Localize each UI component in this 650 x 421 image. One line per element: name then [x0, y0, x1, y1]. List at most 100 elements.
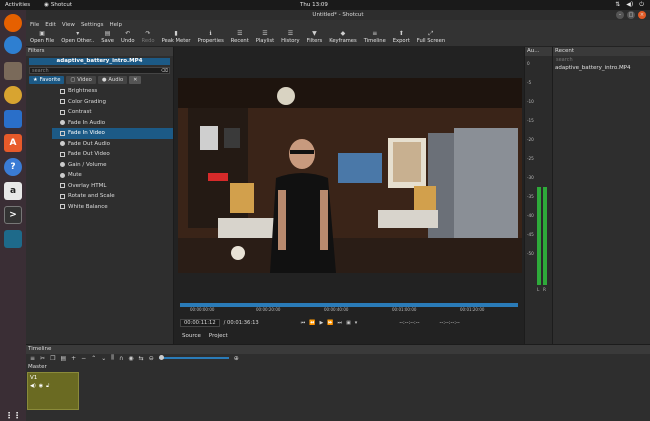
zoom-knob[interactable]: [158, 355, 164, 360]
show-apps-icon[interactable]: ⋮⋮: [4, 408, 22, 421]
hide-track-icon[interactable]: ◉: [39, 383, 43, 389]
app-menu[interactable]: ◉ Shotcut: [44, 2, 72, 8]
thunderbird-icon[interactable]: [4, 36, 22, 54]
skip-start-button[interactable]: ⏮: [301, 320, 306, 326]
current-timecode[interactable]: 00:00:11:12: [180, 319, 220, 327]
toolbar-label: Peak Meter: [161, 38, 191, 44]
track-v1-header[interactable]: V1 ◀) ◉ 🔓︎: [27, 372, 79, 410]
playlist-button[interactable]: ☰ Playlist: [256, 29, 274, 44]
filter-search-input[interactable]: search ⌫: [29, 67, 170, 74]
menu-file[interactable]: File: [30, 22, 39, 28]
toggle-zoom-button[interactable]: ▣: [346, 320, 351, 326]
remove-icon[interactable]: −: [81, 355, 86, 362]
filter-item[interactable]: Gain / Volume: [56, 160, 173, 171]
split-icon[interactable]: ⫼: [111, 354, 114, 362]
lock-track-icon[interactable]: 🔓︎: [46, 383, 49, 389]
tab-video[interactable]: ▢ Video: [66, 76, 96, 84]
tab-source[interactable]: Source: [182, 333, 201, 339]
overwrite-icon[interactable]: ⌄: [101, 355, 106, 362]
filters-button[interactable]: ▼ Filters: [307, 29, 323, 44]
history-button[interactable]: ☰ History: [281, 29, 299, 44]
recent-search-input[interactable]: search: [555, 57, 648, 64]
help-icon[interactable]: ?: [4, 158, 22, 176]
filter-item-label: Fade In Audio: [68, 119, 106, 126]
full-screen-button[interactable]: ⤢ Full Screen: [417, 29, 445, 44]
cut-icon[interactable]: ✂: [40, 355, 45, 362]
video-filter-icon: [60, 151, 65, 157]
filter-item[interactable]: Fade Out Video: [56, 149, 173, 160]
fast-forward-button[interactable]: ⏩: [327, 320, 333, 326]
play-button[interactable]: ▶: [319, 320, 323, 326]
menu-edit[interactable]: Edit: [45, 22, 56, 28]
keyframes-button[interactable]: ◆ Keyframes: [329, 29, 357, 44]
timeline-menu-icon[interactable]: ≡: [30, 355, 35, 362]
software-center-icon[interactable]: A: [4, 134, 22, 152]
rewind-button[interactable]: ⏪: [309, 320, 315, 326]
close-filter-tabs-icon[interactable]: ✕: [129, 76, 142, 84]
clear-search-icon[interactable]: ⌫: [161, 68, 168, 74]
terminal-icon[interactable]: >: [4, 206, 22, 224]
timeline-zoom-slider[interactable]: [158, 355, 229, 360]
append-icon[interactable]: +: [71, 355, 76, 362]
clock[interactable]: Thu 13:09: [300, 2, 328, 8]
tab-favorite[interactable]: ★ Favorite: [29, 76, 65, 84]
menu-view[interactable]: View: [62, 22, 75, 28]
tab-audio[interactable]: ● Audio: [97, 76, 128, 84]
rhythmbox-icon[interactable]: [4, 86, 22, 104]
undo-button[interactable]: ↶ Undo: [121, 29, 135, 44]
network-icon[interactable]: ⇅: [615, 1, 620, 9]
copy-icon[interactable]: ❐: [50, 355, 55, 362]
shotcut-dock-icon[interactable]: [4, 230, 22, 248]
player-scrub-bar[interactable]: 00:00:00:00 00:00:20:00 00:00:40:00 00:0…: [180, 303, 518, 315]
properties-button[interactable]: ℹ Properties: [198, 29, 224, 44]
menu-settings[interactable]: Settings: [81, 22, 104, 28]
volume-button[interactable]: ▾: [355, 320, 358, 326]
zoom-out-icon[interactable]: ⊖: [149, 355, 154, 362]
filter-item[interactable]: Brightness: [56, 86, 173, 97]
mute-track-icon[interactable]: ◀): [30, 383, 36, 389]
open-file-button[interactable]: ▣ Open File: [30, 29, 54, 44]
peak-meter-button[interactable]: ▮ Peak Meter: [162, 29, 191, 44]
filter-item[interactable]: Fade Out Audio: [56, 139, 173, 150]
skip-end-button[interactable]: ⏭: [338, 320, 343, 326]
firefox-icon[interactable]: [4, 14, 22, 32]
timeline-button[interactable]: ≡ Timeline: [364, 29, 386, 44]
open-other-button[interactable]: ▾ Open Other..: [61, 29, 94, 44]
scrub-icon[interactable]: ◉: [128, 355, 133, 362]
close-button[interactable]: ×: [638, 11, 646, 19]
filter-item[interactable]: Fade In Audio: [56, 118, 173, 129]
filter-item[interactable]: Overlay HTML: [56, 181, 173, 192]
redo-button[interactable]: ↷ Redo: [142, 29, 155, 44]
filter-item[interactable]: Contrast: [56, 107, 173, 118]
export-button[interactable]: ⬆ Export: [393, 29, 410, 44]
minimize-button[interactable]: –: [616, 11, 624, 19]
filter-item[interactable]: Rotate and Scale: [56, 191, 173, 202]
activities-button[interactable]: Activities: [5, 2, 30, 8]
maximize-button[interactable]: □: [627, 11, 635, 19]
files-icon[interactable]: [4, 62, 22, 80]
filter-item[interactable]: White Balance: [56, 202, 173, 213]
recent-item[interactable]: adaptive_battery_intro.MP4: [555, 65, 648, 71]
paste-icon[interactable]: ▤: [60, 355, 66, 362]
snap-icon[interactable]: ∩: [119, 355, 123, 362]
save-button[interactable]: ▤ Save: [101, 29, 114, 44]
ruler-tick: 00:01:20:00: [460, 307, 485, 312]
volume-icon[interactable]: ◀): [626, 1, 633, 9]
recent-button[interactable]: ☰ Recent: [231, 29, 249, 44]
video-preview[interactable]: [178, 78, 522, 273]
ripple-icon[interactable]: ⇆: [139, 355, 144, 362]
lift-icon[interactable]: ⌃: [91, 355, 96, 362]
filter-item[interactable]: Fade In Video: [52, 128, 173, 139]
amazon-icon[interactable]: a: [4, 182, 22, 200]
system-tray[interactable]: ⇅ ◀) ⏻: [615, 1, 644, 9]
video-filter-icon: [60, 204, 65, 210]
filter-item-label: Color Grading: [68, 98, 106, 105]
menu-help[interactable]: Help: [110, 22, 123, 28]
filter-item[interactable]: Color Grading: [56, 97, 173, 108]
tab-project[interactable]: Project: [209, 333, 228, 339]
power-icon[interactable]: ⏻: [639, 1, 644, 9]
writer-icon[interactable]: [4, 110, 22, 128]
filter-item[interactable]: Mute: [56, 170, 173, 181]
system-top-bar: Activities ◉ Shotcut Thu 13:09 ⇅ ◀) ⏻: [0, 0, 650, 10]
zoom-in-icon[interactable]: ⊕: [234, 355, 239, 362]
